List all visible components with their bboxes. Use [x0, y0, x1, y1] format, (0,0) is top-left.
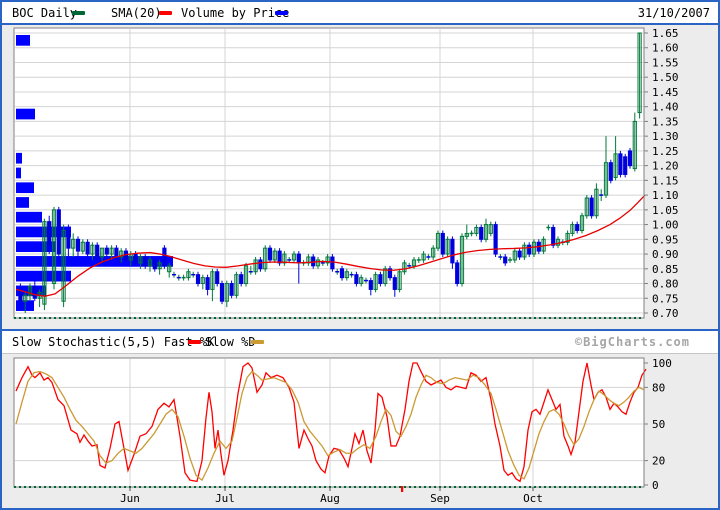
svg-text:50: 50: [652, 418, 665, 431]
svg-text:1.30: 1.30: [652, 130, 679, 143]
month-axis: Jun Jul Aug Sep Oct: [120, 487, 543, 505]
sma-swatch-icon: [159, 11, 172, 15]
svg-text:80: 80: [652, 381, 665, 394]
svg-text:0.70: 0.70: [652, 307, 679, 320]
svg-text:1.20: 1.20: [652, 160, 679, 173]
svg-text:1.55: 1.55: [652, 56, 679, 69]
legend-label-symbol: BOC Daily: [12, 6, 77, 20]
svg-text:1.35: 1.35: [652, 115, 679, 128]
svg-text:Jun: Jun: [120, 492, 140, 505]
vbp-swatch-icon: [275, 11, 288, 15]
svg-text:0.90: 0.90: [652, 248, 679, 261]
chart-date: 31/10/2007: [638, 6, 710, 20]
price-series-swatch-icon: [72, 11, 85, 15]
svg-text:Sep: Sep: [430, 492, 450, 505]
svg-text:1.65: 1.65: [652, 27, 679, 40]
main-legend: BOC Daily SMA(20) Volume by Price 31/10/…: [2, 2, 718, 25]
svg-text:1.00: 1.00: [652, 219, 679, 232]
slow-d-swatch-icon: [251, 340, 264, 344]
svg-text:Aug: Aug: [320, 492, 340, 505]
svg-text:1.15: 1.15: [652, 174, 679, 187]
legend-label-sma: SMA(20): [111, 6, 162, 20]
price-axis: 1.65 1.601.55 1.50 1.45 1.401.35 1.30 1.25 1.20…: [644, 27, 679, 320]
svg-text:0.80: 0.80: [652, 278, 679, 291]
stochastic-axis: 100 80 50 20 0: [644, 357, 672, 492]
stochastic-legend: Slow Stochastic(5,5) Fast %K Slow %D ©Bi…: [2, 329, 718, 354]
svg-text:0: 0: [652, 479, 659, 492]
svg-text:0.75: 0.75: [652, 292, 679, 305]
svg-text:1.60: 1.60: [652, 42, 679, 55]
svg-text:0.95: 0.95: [652, 233, 679, 246]
svg-text:20: 20: [652, 455, 665, 468]
bigcharts-copyright: ©BigCharts.com: [575, 335, 690, 349]
fast-k-swatch-icon: [188, 340, 201, 344]
svg-text:1.25: 1.25: [652, 145, 679, 158]
stochastic-chart: [14, 358, 646, 492]
chart-canvas: 1.65 1.601.55 1.50 1.45 1.401.35 1.30 1.25 1.20…: [2, 2, 718, 508]
svg-text:Jul: Jul: [215, 492, 235, 505]
svg-text:1.45: 1.45: [652, 86, 679, 99]
svg-text:1.40: 1.40: [652, 101, 679, 114]
svg-text:0.85: 0.85: [652, 263, 679, 276]
svg-text:1.50: 1.50: [652, 71, 679, 84]
main-price-chart: [14, 28, 645, 318]
bigcharts-frame: 1.65 1.601.55 1.50 1.45 1.401.35 1.30 1.25 1.20…: [0, 0, 720, 510]
svg-text:1.10: 1.10: [652, 189, 679, 202]
legend-label-vbp: Volume by Price: [181, 6, 289, 20]
event-marker: [401, 486, 403, 492]
legend-label-slow-d: Slow %D: [205, 335, 256, 349]
svg-text:Oct: Oct: [523, 492, 543, 505]
svg-text:1.05: 1.05: [652, 204, 679, 217]
svg-text:100: 100: [652, 357, 672, 370]
legend-label-stochastic-k: Slow Stochastic(5,5) Fast %K: [12, 335, 214, 349]
